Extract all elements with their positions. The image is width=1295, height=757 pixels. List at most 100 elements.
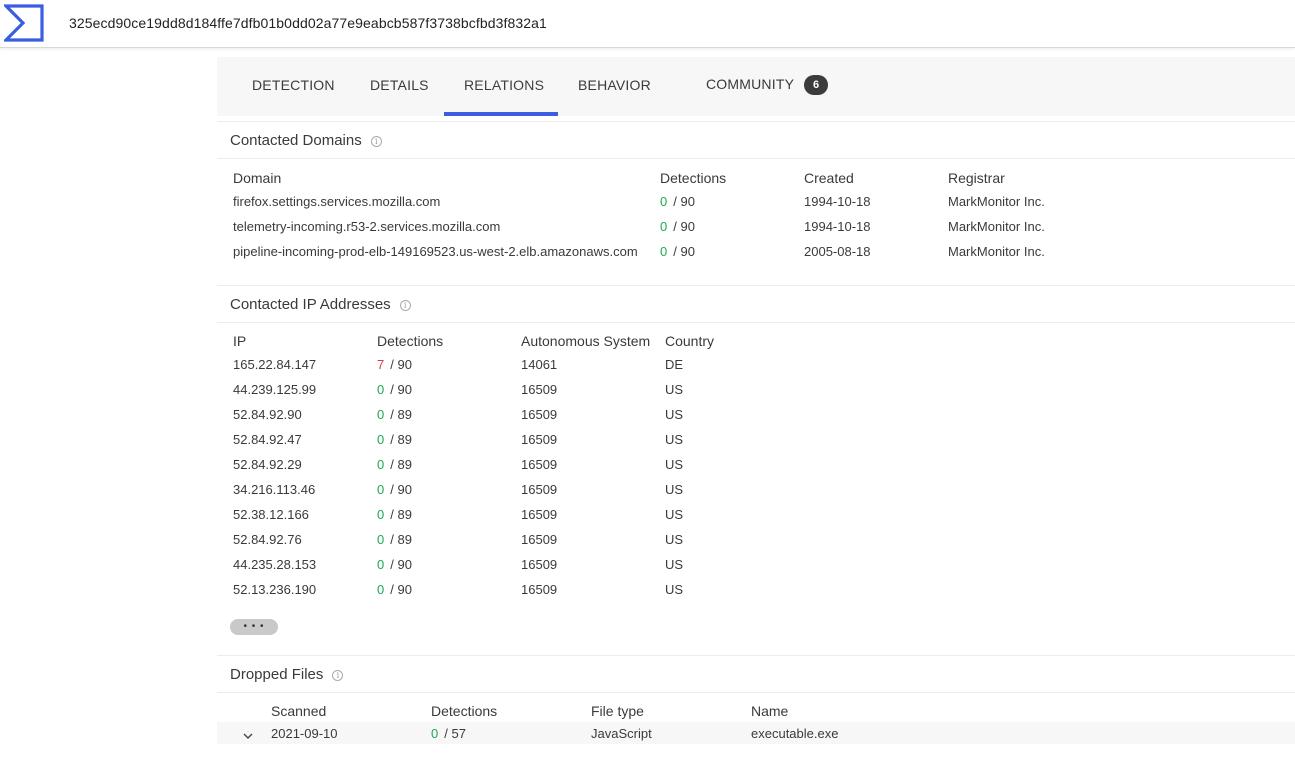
- detection-count: 0: [377, 557, 385, 572]
- col-detections: Detections: [660, 170, 727, 186]
- contacted-ips-title: Contacted IP Addresses i: [230, 296, 411, 313]
- active-tab-indicator: [444, 112, 558, 116]
- detection-ratio: 0 / 90: [377, 582, 412, 597]
- registrar: MarkMonitor Inc.: [948, 219, 1045, 234]
- section-divider: [217, 655, 1295, 656]
- detection-count: 0: [660, 244, 668, 259]
- tab-relations[interactable]: RELATIONS: [464, 57, 544, 116]
- col-file-type: File type: [591, 703, 644, 719]
- created-date: 1994-10-18: [804, 194, 871, 209]
- detection-total: / 90: [390, 557, 412, 572]
- created-date: 2005-08-18: [804, 244, 871, 259]
- community-count-badge: 6: [804, 75, 829, 95]
- ip-link[interactable]: 52.38.12.166: [233, 507, 309, 522]
- file-hash: 325ecd90ce19dd8d184ffe7dfb01b0dd02a77e9e…: [69, 15, 547, 31]
- col-created: Created: [804, 170, 854, 186]
- detection-count: 7: [377, 357, 385, 372]
- contacted-domains-label: Contacted Domains: [230, 132, 362, 149]
- col-scanned: Scanned: [271, 703, 327, 719]
- col-detections: Detections: [431, 703, 498, 719]
- country: DE: [665, 357, 684, 372]
- detection-total: / 89: [390, 432, 412, 447]
- tab-detection[interactable]: DETECTION: [252, 57, 335, 116]
- section-divider: [217, 692, 1295, 693]
- tab-community[interactable]: COMMUNITY 6: [706, 56, 829, 115]
- registrar: MarkMonitor Inc.: [948, 244, 1045, 259]
- detection-ratio: 7 / 90: [377, 357, 412, 372]
- detection-ratio: 0 / 57: [431, 726, 466, 741]
- dropped-files-title: Dropped Files i: [230, 666, 344, 683]
- detection-total: / 89: [390, 532, 412, 547]
- ip-link[interactable]: 52.84.92.29: [233, 457, 302, 472]
- detection-count: 0: [377, 382, 385, 397]
- domain-link[interactable]: pipeline-incoming-prod-elb-149169523.us-…: [233, 244, 638, 259]
- detection-ratio: 0 / 89: [377, 532, 412, 547]
- autonomous-system: 16509: [521, 482, 558, 497]
- info-icon[interactable]: i: [399, 300, 411, 311]
- detection-ratio: 0 / 90: [660, 244, 695, 259]
- detection-count: 0: [431, 726, 439, 741]
- created-date: 1994-10-18: [804, 219, 871, 234]
- info-icon[interactable]: i: [370, 136, 382, 147]
- domain-link[interactable]: telemetry-incoming.r53-2.services.mozill…: [233, 219, 500, 234]
- detection-count: 0: [377, 507, 385, 522]
- tab-details[interactable]: DETAILS: [370, 57, 429, 116]
- ip-link[interactable]: 52.84.92.90: [233, 407, 302, 422]
- detection-count: 0: [377, 582, 385, 597]
- ip-link[interactable]: 34.216.113.46: [233, 482, 315, 497]
- ip-link[interactable]: 52.84.92.47: [233, 432, 302, 447]
- file-name[interactable]: executable.exe: [751, 726, 838, 741]
- autonomous-system: 16509: [521, 582, 558, 597]
- col-autonomous-system: Autonomous System: [521, 333, 651, 349]
- section-divider: [217, 121, 1295, 122]
- autonomous-system: 16509: [521, 457, 558, 472]
- file-type: JavaScript: [591, 726, 652, 741]
- relations-panel: DETECTION DETAILS RELATIONS BEHAVIOR COM…: [217, 57, 1295, 757]
- detection-total: / 90: [673, 244, 695, 259]
- top-bar: 325ecd90ce19dd8d184ffe7dfb01b0dd02a77e9e…: [0, 0, 1295, 48]
- detection-count: 0: [377, 407, 385, 422]
- show-more-button[interactable]: • • •: [230, 619, 278, 635]
- detection-ratio: 0 / 89: [377, 457, 412, 472]
- col-country: Country: [665, 333, 715, 349]
- detection-total: / 90: [390, 357, 412, 372]
- country: US: [665, 557, 684, 572]
- tab-community-label: COMMUNITY: [706, 76, 795, 92]
- ip-link[interactable]: 165.22.84.147: [233, 357, 316, 372]
- section-divider: [217, 158, 1295, 159]
- contacted-domains-title: Contacted Domains i: [230, 132, 382, 149]
- autonomous-system: 16509: [521, 507, 558, 522]
- detection-count: 0: [660, 194, 668, 209]
- ip-link[interactable]: 52.84.92.76: [233, 532, 302, 547]
- dropped-files-label: Dropped Files: [230, 666, 324, 683]
- tab-behavior[interactable]: BEHAVIOR: [578, 57, 651, 116]
- country: US: [665, 382, 684, 397]
- section-divider: [217, 322, 1295, 323]
- ip-link[interactable]: 44.235.28.153: [233, 557, 316, 572]
- info-icon[interactable]: i: [332, 670, 344, 681]
- autonomous-system: 16509: [521, 557, 558, 572]
- detection-ratio: 0 / 89: [377, 407, 412, 422]
- col-domain: Domain: [233, 170, 282, 186]
- col-detections: Detections: [377, 333, 444, 349]
- detection-count: 0: [377, 457, 385, 472]
- ip-link[interactable]: 52.13.236.190: [233, 582, 316, 597]
- detection-total: / 90: [390, 382, 412, 397]
- detection-count: 0: [377, 432, 385, 447]
- country: US: [665, 532, 684, 547]
- detection-total: / 90: [673, 194, 695, 209]
- autonomous-system: 16509: [521, 407, 558, 422]
- chevron-down-icon[interactable]: [243, 731, 253, 741]
- detection-total: / 90: [390, 482, 412, 497]
- detection-total: / 89: [390, 507, 412, 522]
- country: US: [665, 582, 684, 597]
- detection-ratio: 0 / 90: [377, 382, 412, 397]
- ip-link[interactable]: 44.239.125.99: [233, 382, 316, 397]
- virustotal-logo-icon[interactable]: [4, 4, 44, 42]
- detection-ratio: 0 / 89: [377, 432, 412, 447]
- tab-bar: DETECTION DETAILS RELATIONS BEHAVIOR COM…: [217, 57, 1295, 116]
- detection-ratio: 0 / 90: [660, 194, 695, 209]
- detection-total: / 89: [390, 407, 412, 422]
- domain-link[interactable]: firefox.settings.services.mozilla.com: [233, 194, 440, 209]
- col-ip: IP: [233, 333, 247, 349]
